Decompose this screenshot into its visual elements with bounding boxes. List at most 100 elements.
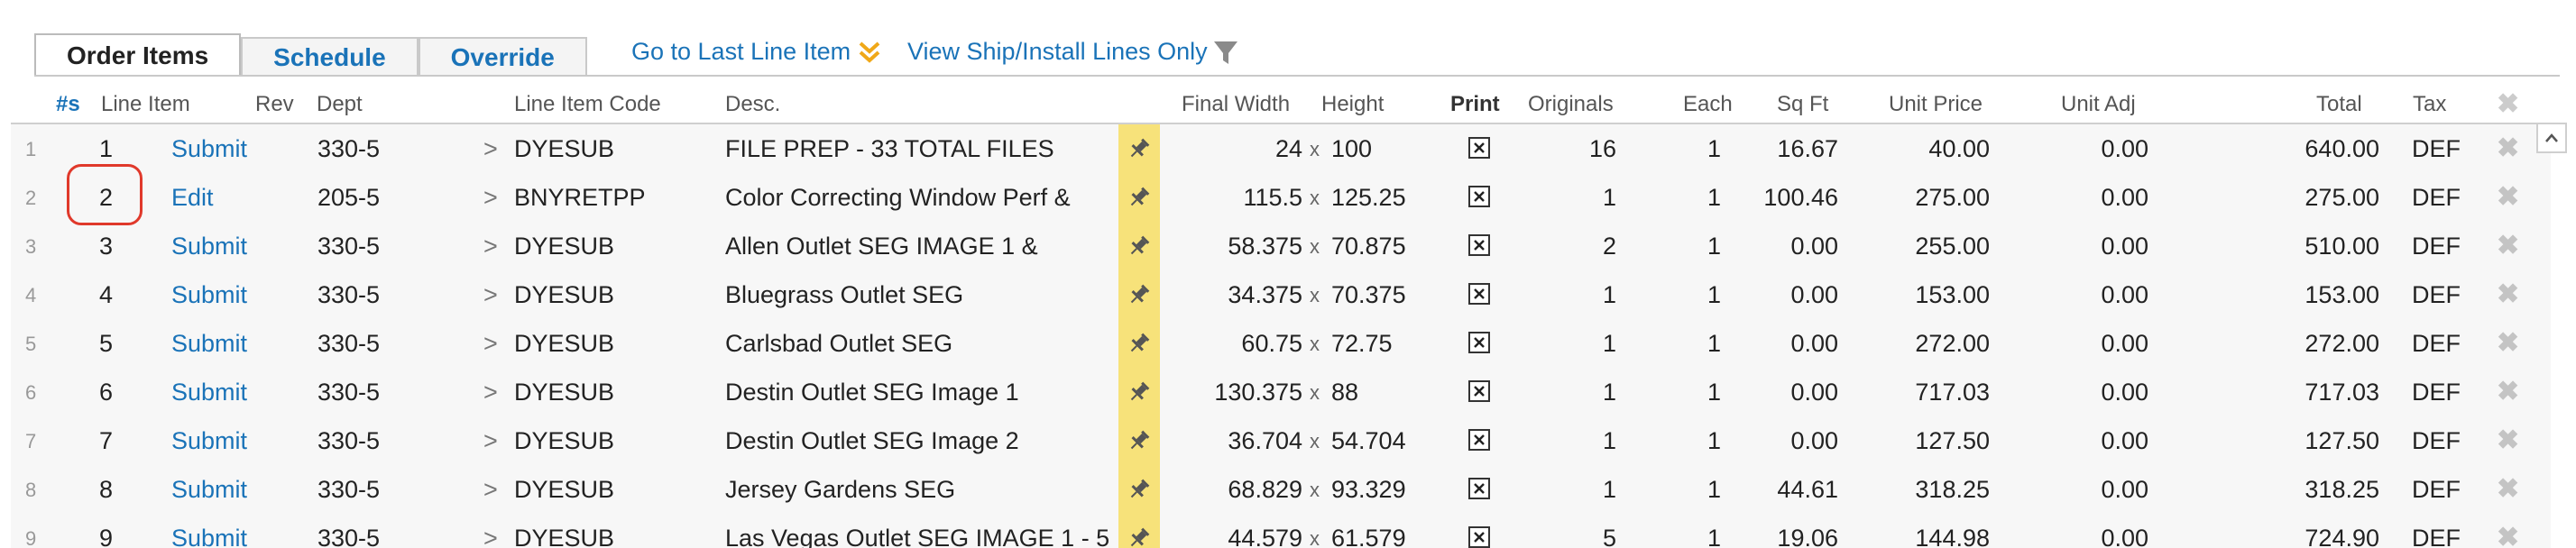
expand-chevron-icon[interactable]: > xyxy=(483,427,498,455)
expand-chevron-icon[interactable]: > xyxy=(483,184,498,212)
dept-header: Dept xyxy=(317,92,363,116)
each-cell: 1 xyxy=(1707,427,1721,454)
total-cell: 272.00 xyxy=(2305,330,2379,357)
row-action-link[interactable]: Submit xyxy=(171,379,247,406)
sq-ft-cell: 0.00 xyxy=(1790,281,1838,308)
pushpin-icon[interactable] xyxy=(1118,222,1160,270)
double-chevron-down-icon xyxy=(859,41,880,63)
delete-row-x-icon[interactable]: ✖ xyxy=(2497,376,2519,407)
delete-row-x-icon[interactable]: ✖ xyxy=(2497,132,2519,164)
unit-price-cell: 127.50 xyxy=(1915,427,1990,454)
tax-cell: DEF xyxy=(2412,525,2461,548)
delete-all-icon[interactable]: ✖ xyxy=(2497,88,2519,120)
grid-header: #s Line Item Rev Dept Line Item Code Des… xyxy=(0,87,2576,123)
unit-price-cell: 255.00 xyxy=(1915,233,1990,260)
expand-chevron-icon[interactable]: > xyxy=(483,379,498,406)
desc-cell: Jersey Gardens SEG xyxy=(725,476,956,503)
print-checkbox[interactable] xyxy=(1468,137,1490,159)
dept-cell: 330-5 xyxy=(317,379,381,406)
dimension-times-sign: x xyxy=(1310,527,1320,548)
pushpin-icon[interactable] xyxy=(1118,173,1160,222)
each-header: Each xyxy=(1683,92,1733,116)
delete-row-x-icon[interactable]: ✖ xyxy=(2497,181,2519,213)
total-cell: 153.00 xyxy=(2305,281,2379,308)
tab-schedule[interactable]: Schedule xyxy=(241,37,419,77)
dept-cell: 330-5 xyxy=(317,135,381,162)
row-number: 1 xyxy=(25,138,37,160)
expand-chevron-icon[interactable]: > xyxy=(483,330,498,358)
final-width-cell: 24 xyxy=(1274,135,1302,162)
unit-price-cell: 318.25 xyxy=(1915,476,1990,503)
unit-adj-cell: 0.00 xyxy=(2101,184,2148,211)
line-item-code-cell: BNYRETPP xyxy=(514,184,646,211)
delete-row-x-icon[interactable]: ✖ xyxy=(2497,473,2519,505)
row-action-link[interactable]: Submit xyxy=(171,233,247,260)
print-checkbox[interactable] xyxy=(1468,283,1490,305)
total-cell: 275.00 xyxy=(2305,184,2379,211)
sq-ft-cell: 0.00 xyxy=(1790,233,1838,260)
pushpin-icon[interactable] xyxy=(1118,124,1160,173)
sq-ft-cell: 0.00 xyxy=(1790,330,1838,357)
desc-cell: Allen Outlet SEG IMAGE 1 & xyxy=(725,233,1038,260)
delete-row-x-icon[interactable]: ✖ xyxy=(2497,522,2519,548)
table-row: 7 7 Submit 330-5 > DYESUB Destin Outlet … xyxy=(11,416,2551,467)
tax-cell: DEF xyxy=(2412,427,2461,454)
pushpin-icon[interactable] xyxy=(1118,465,1160,514)
height-cell: 70.375 xyxy=(1331,281,1406,308)
row-action-link[interactable]: Submit xyxy=(171,525,247,548)
row-action-link[interactable]: Submit xyxy=(171,476,247,504)
expand-chevron-icon[interactable]: > xyxy=(483,135,498,163)
unit-price-cell: 153.00 xyxy=(1915,281,1990,308)
print-checkbox[interactable] xyxy=(1468,380,1490,402)
final-width-cell: 130.375 xyxy=(1214,379,1302,406)
pushpin-icon[interactable] xyxy=(1118,368,1160,416)
tab-override[interactable]: Override xyxy=(418,37,587,77)
go-to-last-line-item-link[interactable]: Go to Last Line Item xyxy=(631,38,883,66)
pushpin-icon[interactable] xyxy=(1118,416,1160,465)
print-checkbox[interactable] xyxy=(1468,332,1490,353)
row-action-link[interactable]: Submit xyxy=(171,135,247,163)
view-ship-install-lines-label: View Ship/Install Lines Only xyxy=(907,38,1208,65)
pushpin-icon[interactable] xyxy=(1118,319,1160,368)
expand-chevron-icon[interactable]: > xyxy=(483,281,498,309)
row-action-link[interactable]: Submit xyxy=(171,281,247,309)
print-checkbox[interactable] xyxy=(1468,234,1490,256)
sq-ft-cell: 0.00 xyxy=(1790,379,1838,406)
line-item-number: 6 xyxy=(99,379,114,406)
originals-cell: 16 xyxy=(1588,135,1616,162)
expand-chevron-icon[interactable]: > xyxy=(483,233,498,260)
dept-cell: 330-5 xyxy=(317,427,381,454)
expand-chevron-icon[interactable]: > xyxy=(483,476,498,504)
delete-row-x-icon[interactable]: ✖ xyxy=(2497,425,2519,456)
originals-cell: 5 xyxy=(1602,525,1616,548)
final-width-cell: 115.5 xyxy=(1243,184,1302,211)
tab-order-items[interactable]: Order Items xyxy=(34,33,242,77)
delete-row-x-icon[interactable]: ✖ xyxy=(2497,230,2519,261)
line-item-code-cell: DYESUB xyxy=(514,476,615,503)
row-action-link[interactable]: Edit xyxy=(171,184,214,212)
view-ship-install-lines-link[interactable]: View Ship/Install Lines Only xyxy=(907,38,1238,66)
row-action-link[interactable]: Submit xyxy=(171,330,247,358)
line-item-header: Line Item xyxy=(101,92,190,116)
unit-price-cell: 144.98 xyxy=(1915,525,1990,548)
delete-row-x-icon[interactable]: ✖ xyxy=(2497,327,2519,359)
checked-checkbox-icon xyxy=(1474,434,1485,445)
dimension-times-sign: x xyxy=(1310,138,1320,160)
pushpin-icon[interactable] xyxy=(1118,270,1160,319)
checked-checkbox-icon xyxy=(1474,142,1485,153)
dept-cell: 330-5 xyxy=(317,330,381,357)
pushpin-icon[interactable] xyxy=(1118,514,1160,548)
delete-row-x-icon[interactable]: ✖ xyxy=(2497,279,2519,310)
print-checkbox[interactable] xyxy=(1468,526,1490,548)
each-cell: 1 xyxy=(1707,379,1721,406)
scroll-up-arrow-icon[interactable] xyxy=(2536,123,2567,153)
dept-cell: 330-5 xyxy=(317,281,381,308)
print-checkbox[interactable] xyxy=(1468,186,1490,207)
print-checkbox[interactable] xyxy=(1468,429,1490,451)
expand-chevron-icon[interactable]: > xyxy=(483,525,498,548)
line-item-code-cell: DYESUB xyxy=(514,525,615,548)
row-action-link[interactable]: Submit xyxy=(171,427,247,455)
each-cell: 1 xyxy=(1707,525,1721,548)
print-checkbox[interactable] xyxy=(1468,478,1490,499)
row-number-header[interactable]: #s xyxy=(56,92,80,117)
